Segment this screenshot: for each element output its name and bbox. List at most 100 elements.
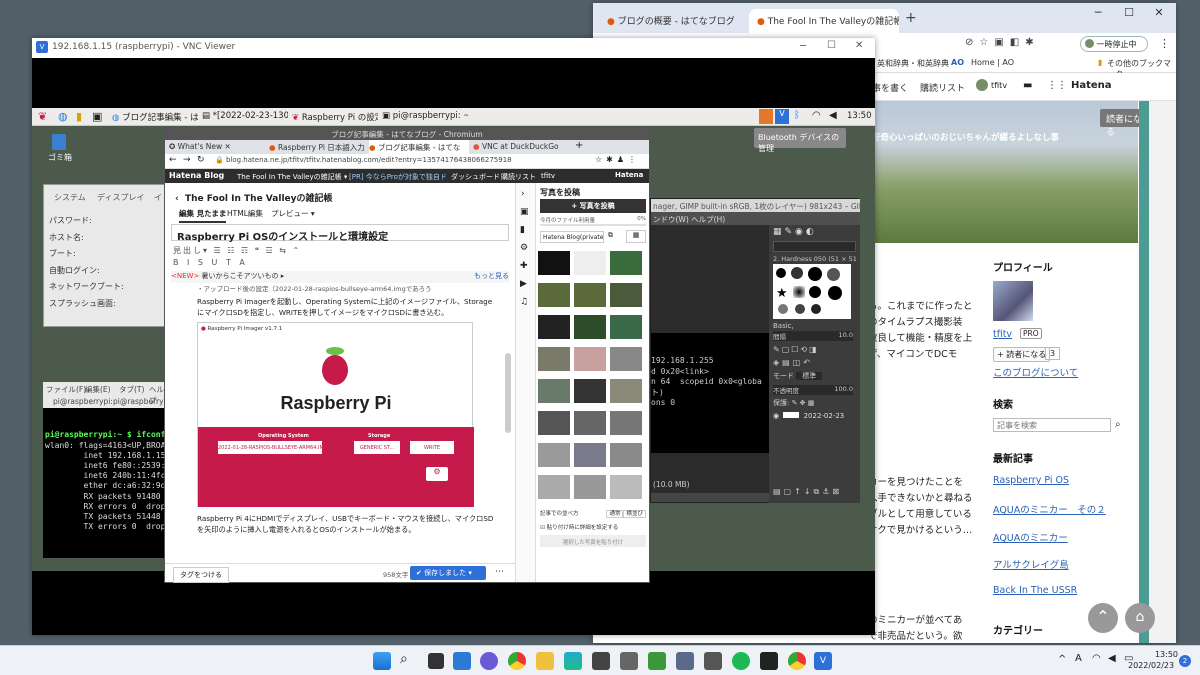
recent-post-link[interactable]: Back In The USSR [993,585,1077,596]
back-icon[interactable]: ← [169,155,177,165]
recent-post-link[interactable]: Raspberry Pi OS [993,475,1069,486]
mode-tab-html[interactable]: HTML編集 [227,208,263,219]
imager-screenshot[interactable]: ● Raspberry Pi Imager v1.7.1 Raspberry P… [197,322,474,507]
gimp-layer-actions[interactable]: ▤▢↑↓⧉⚓⊠ [773,487,842,497]
browser-icon[interactable]: ◍ [58,110,68,123]
term-tab[interactable]: pi@raspberrypi: [53,397,113,406]
close-button[interactable]: ✕ [1146,6,1172,26]
volume-icon[interactable]: ◀ [829,110,837,121]
gimp-dock-icons[interactable]: ▦✎◉◐ [773,227,817,237]
recent-post-link[interactable]: AQUAのミニカー その２ [993,502,1106,516]
calculator-icon[interactable] [704,652,722,670]
notification-badge[interactable]: 2 [1179,655,1191,667]
minimize-button[interactable]: ─ [1085,6,1111,26]
pi-task-config[interactable]: ❦ Raspberry Pi の設定 [290,109,378,125]
eye-icon[interactable]: ◉ [773,412,779,420]
search-input[interactable] [993,418,1111,432]
minimize-button[interactable]: ─ [800,41,806,52]
gimp-menubar[interactable]: ンドウ(W) ヘルプ(H) [651,212,860,225]
menu-file[interactable]: ファイル(F) [46,384,86,395]
bookmark-home-ao[interactable]: Home | AO [971,58,1014,67]
menu-icon[interactable]: ⋮ [1159,37,1170,50]
tab-blog-edit[interactable]: ● ブログ記事編集 - はてな [369,140,469,154]
chrome-icon[interactable] [788,652,806,670]
folder-icon[interactable]: ▮ [76,110,82,123]
tab-fool-in-the-valley[interactable]: ● The Fool In The Valleyの雑記帳 [749,9,899,33]
blog-name-menu[interactable]: The Fool In The Valleyの雑記帳 ▾ [237,172,347,182]
post-body[interactable]: ・アップロード後の設定（2022-01-28-raspios-bullseye-… [197,283,497,563]
maximize-button[interactable]: ☐ [827,40,836,51]
raspberry-menu-icon[interactable]: ❦ [38,110,47,123]
search-icon[interactable]: ⌕ [1115,419,1121,430]
notice-link[interactable]: 暑いからこそアツいもの ▸ [202,272,285,280]
collapse-icon[interactable]: › [521,189,525,199]
pause-sync-button[interactable]: 一時停止中 [1080,36,1148,52]
terminal-icon[interactable]: ▣ [92,110,102,123]
excel-icon[interactable] [648,652,666,670]
folder-icon[interactable]: ▮ [520,225,525,235]
mode-tab-visual[interactable]: 編集 見たまま [179,208,227,223]
apps-icon[interactable]: ⋮⋮ [1047,80,1067,91]
subscription-link[interactable]: 購読リスト [920,81,965,94]
gimp-spacing[interactable]: 間隔 10.0 [773,331,853,341]
pi-task-chromium[interactable]: ◍ ブログ記事編集 - は... [110,109,198,125]
url-bar[interactable]: 🔒 blog.hatena.ne.jp/tfitv/tfitv.hatenabl… [215,156,575,164]
tab-raspi-jp-input[interactable]: ● Raspberry Pi 日本語入力 [269,142,365,153]
chrome-icon[interactable] [508,652,526,670]
order-horizontal[interactable]: 横並び [623,510,646,518]
scroll-top-icon[interactable]: ⌃ [1088,603,1118,633]
post-title-input[interactable]: Raspberry Pi OSのインストールと環境設定 [171,224,509,243]
tab-whats-new[interactable]: ✪ What's New ✕ [169,142,265,151]
avatar[interactable] [976,79,988,91]
pi-task-gimp[interactable]: ▤ *[2022-02-23-13004... [200,109,288,125]
chat-icon[interactable] [480,652,498,670]
tab-display[interactable]: ディスプレイ [97,192,144,203]
tag-button[interactable]: タグをつける [173,567,229,583]
clock[interactable]: 13:50 [1150,650,1178,659]
photo-grid[interactable] [538,247,648,505]
format-toolbar-1[interactable]: 見出し▾ ☰ ☷ ☶ ❝ ☲ ⇆ ⌃ [173,245,301,256]
pi-task-terminal[interactable]: ▣ pi@raspberrypi: ~ [380,109,468,125]
tab-blog-overview[interactable]: ● ブログの概要 - はてなブログ [599,9,747,33]
video-icon[interactable]: ▶ [520,279,527,289]
bluetooth-icon[interactable]: ᛒ [794,110,800,121]
hatena-link[interactable]: Hatena [615,171,643,179]
more-options-icon[interactable]: ⋯ [495,567,504,577]
comment-icon[interactable]: ▬ [1023,80,1032,91]
gimp-layer-row[interactable]: ◉ 2022-02-23 [773,412,856,424]
widgets-icon[interactable] [453,652,471,670]
profile-image[interactable] [993,281,1033,321]
menu-edit[interactable]: 編集(E) [85,384,111,395]
store-icon[interactable] [592,652,610,670]
os-select-button[interactable]: 2022-01-28-RASPIOS-BULLSEYE-ARM64.IMG [218,441,322,454]
gimp-brush-grid[interactable]: ★ [773,264,851,319]
map-icon[interactable]: ✚ [520,261,528,271]
tab-duckduckgo[interactable]: ● VNC at DuckDuckGo [473,142,569,151]
gear-icon[interactable]: ⚙ [426,467,448,481]
vnc-server-icon[interactable]: V [775,109,789,124]
extension-icons[interactable]: ⊘☆▣◧✱ [965,37,1040,48]
save-button[interactable]: ✔ 保存しました ▾ [410,566,486,580]
user-menu[interactable]: tfitv [541,172,555,180]
gimp-tag-filter[interactable] [773,241,856,252]
recent-post-link[interactable]: アルサクレイグ島 [993,557,1069,571]
ime-icon[interactable]: A [1075,653,1082,664]
trash-icon[interactable] [52,134,66,150]
edge-icon[interactable] [564,652,582,670]
app-icon[interactable] [676,652,694,670]
profile-name-link[interactable]: tfitv [993,329,1012,340]
format-toolbar-2[interactable]: B I S U T A [173,258,248,267]
grid-view-icon[interactable]: ▦ [626,230,646,243]
follow-button[interactable]: + 読者になる [993,347,1051,362]
mode-tab-preview[interactable]: プレビュー ▾ [271,208,315,219]
upload-photo-button[interactable]: + 写真を投稿 [540,199,646,213]
hatena-logo-link[interactable]: Hatena [1071,80,1112,91]
new-tab-button[interactable]: + [905,10,917,26]
forward-icon[interactable]: → [183,155,191,165]
tab-interface[interactable]: イ [154,192,162,203]
gimp-lock[interactable]: 保護: ✎ ✥ ▦ [773,398,814,408]
more-link[interactable]: もっと見る [474,271,509,281]
wifi-icon[interactable]: ◠ [1092,653,1101,664]
hatena-blog-logo[interactable]: Hatena Blog [169,171,224,180]
about-blog-link[interactable]: このブログについて [993,365,1078,379]
